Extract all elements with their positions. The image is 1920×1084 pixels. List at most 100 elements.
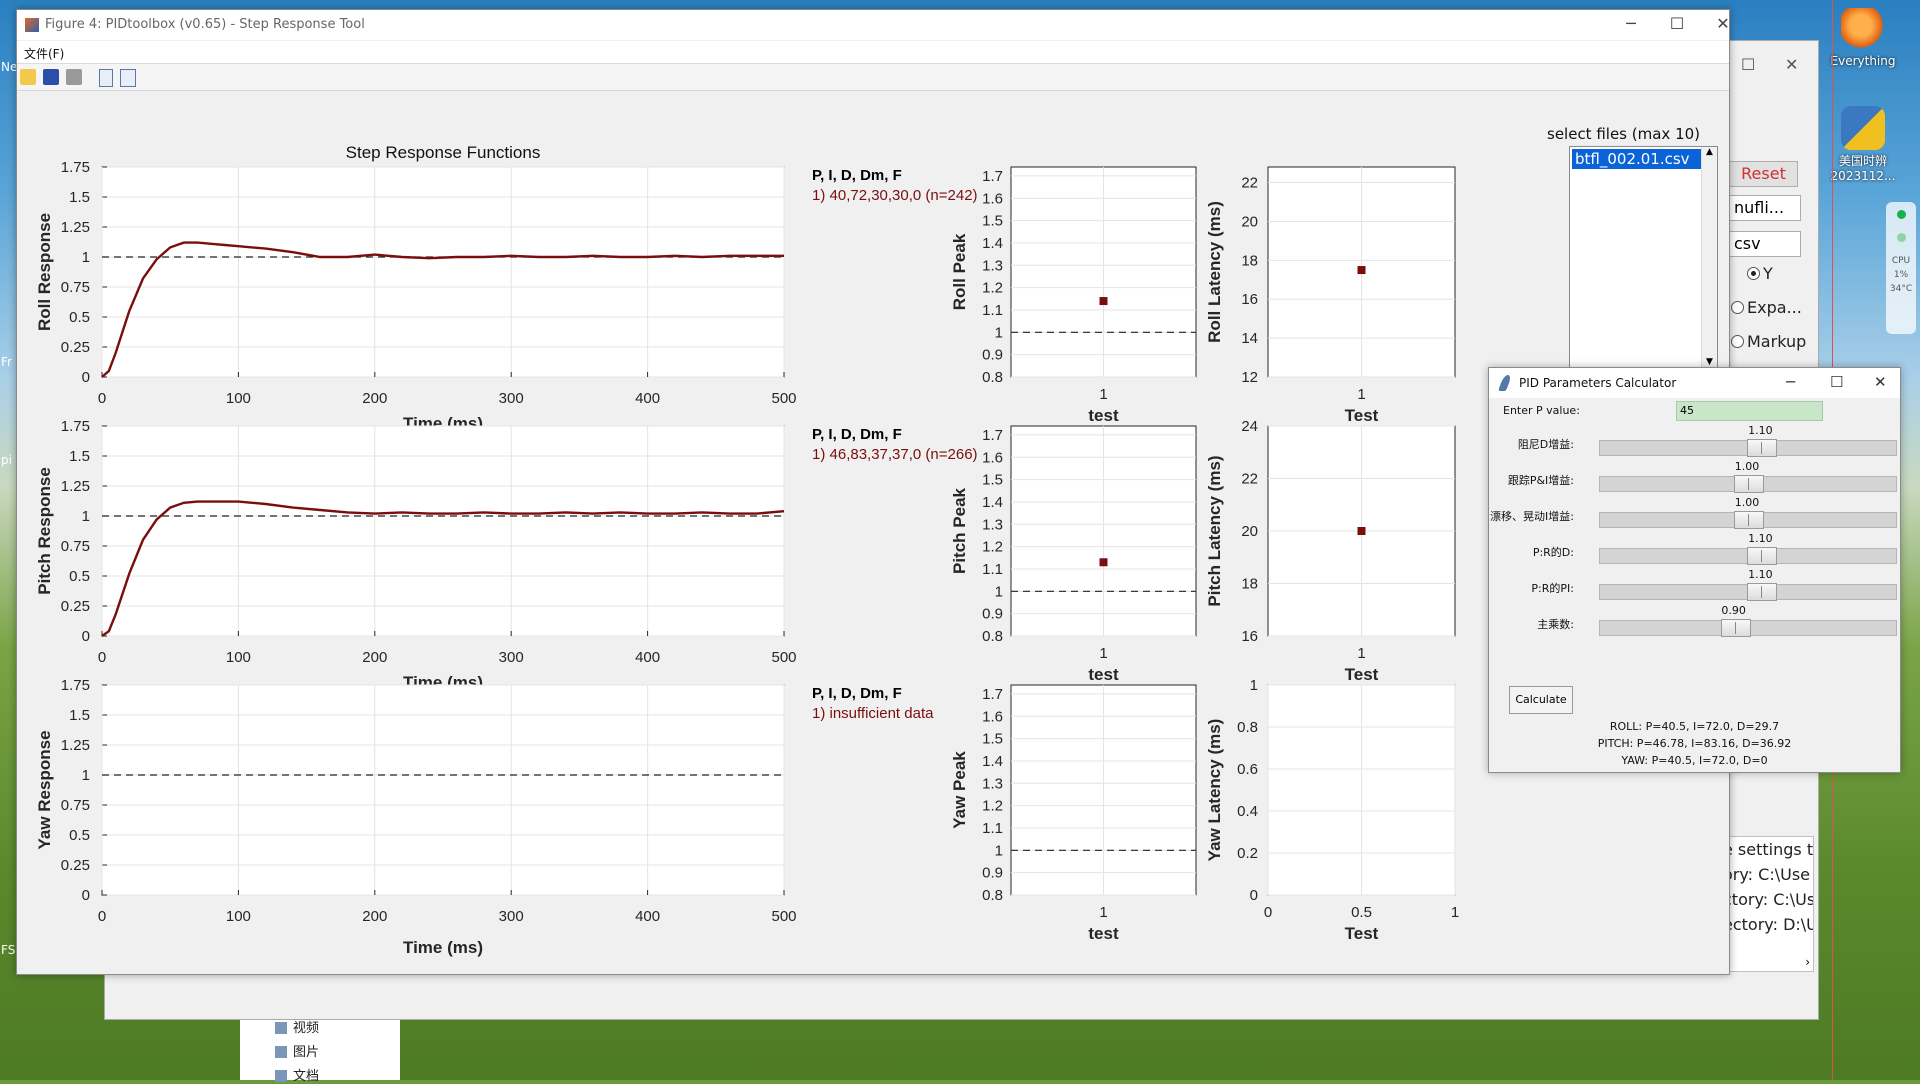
desktop-icon-label: Everything [1830,54,1896,68]
radio-y[interactable]: Y [1747,264,1773,283]
peak-marker [1099,297,1108,306]
y-tick-label: 1 [82,767,90,784]
peak-marker [1099,558,1108,567]
explorer-item-documents[interactable]: 文档 [275,1065,319,1084]
slider-thumb[interactable] [1734,475,1764,493]
reset-button[interactable]: Reset [1729,161,1798,187]
minimize-icon[interactable]: ─ [1786,373,1795,391]
x-tick-label: 200 [362,390,387,407]
p-value-input[interactable]: 45 [1676,401,1823,421]
x-tick-label: 100 [226,390,251,407]
radio-expand[interactable]: Expa... [1731,298,1803,317]
desktop-icon-sublabel: 2023112... [1830,169,1896,183]
maximize-icon[interactable]: ☐ [1657,14,1697,33]
slider-thumb[interactable] [1734,511,1764,529]
menu-file[interactable]: 文件(F) [24,45,64,62]
close-icon[interactable]: ✕ [1785,55,1798,74]
y-tick-label: 0 [82,887,90,904]
pid-calculator-window: PID Parameters Calculator ─ ☐ ✕ Enter P … [1488,367,1901,773]
explorer-item-pictures[interactable]: 图片 [275,1041,319,1060]
y-tick-label: 1 [82,508,90,525]
minimize-icon[interactable]: ─ [1611,14,1651,33]
x-tick-label: 400 [635,649,660,666]
slider-thumb[interactable] [1720,619,1751,637]
response-axes-box [101,425,785,637]
slider-value: 0.90 [1721,604,1746,617]
y-tick-label: 20 [1241,523,1258,540]
log-line: ory: C:\Use [1723,865,1810,884]
pid-calculator-titlebar[interactable]: PID Parameters Calculator ─ ☐ ✕ [1489,368,1900,398]
slider-value: 1.00 [1734,460,1760,473]
radio-icon [1731,301,1744,314]
y-axis-label: Pitch Latency (ms) [1205,455,1224,606]
print-icon[interactable] [66,69,82,85]
document-folder-icon [275,1070,287,1082]
maximize-icon[interactable]: ☐ [1830,373,1843,391]
y-tick-label: 1 [995,324,1003,341]
result-roll: ROLL: P=40.5, I=72.0, D=29.7 [1609,720,1780,733]
x-axis-label: Test [1345,924,1379,943]
y-tick-label: 1.6 [982,708,1003,725]
save-icon[interactable] [43,69,59,85]
slider-track[interactable] [1599,439,1897,457]
y-tick-label: 1.7 [982,427,1003,444]
legend-line: 1) insufficient data [812,705,934,722]
calculate-button[interactable]: Calculate [1509,686,1573,714]
close-icon[interactable]: ✕ [1874,373,1887,391]
open-folder-icon[interactable] [20,69,36,85]
python-file-icon [1841,106,1885,150]
maximize-icon[interactable]: ☐ [1741,55,1755,74]
close-icon[interactable]: ✕ [1703,14,1743,33]
y-tick-label: 1.75 [61,159,90,176]
slider-track[interactable] [1599,475,1897,493]
radio-markup[interactable]: Markup [1731,332,1806,351]
y-tick-label: 18 [1241,576,1258,593]
y-tick-label: 0.4 [1237,803,1258,820]
y-axis-label: Yaw Response [35,730,54,849]
slider-track[interactable] [1599,583,1897,601]
side-fragment: pi [1,453,12,467]
y-axis-label: Pitch Response [35,467,54,595]
y-tick-label: 0.8 [982,628,1003,645]
scroll-up-icon[interactable]: ▲ [1702,147,1717,157]
y-tick-label: 1.6 [982,449,1003,466]
slider-label: 漂移、晃动I增益: [1490,510,1574,523]
y-tick-label: 1 [995,842,1003,859]
x-tick-label: 0 [98,390,106,407]
radio-selected-icon [1747,267,1760,280]
figure-titlebar[interactable]: Figure 4: PIDtoolbox (v0.65) - Step Resp… [17,10,1730,40]
y-tick-label: 0.5 [69,309,90,326]
slider-thumb[interactable] [1747,439,1778,457]
slider-thumb[interactable] [1747,547,1778,565]
file-select-list[interactable]: btfl_002.01.csv ▲ ▼ [1569,146,1718,368]
y-tick-label: 0.5 [69,568,90,585]
y-tick-label: 1.3 [982,257,1003,274]
desktop-icon-python-file[interactable]: 美国时辨 2023112... [1823,106,1903,183]
slider-track[interactable] [1599,511,1897,529]
file-list-scrollbar[interactable]: ▲ ▼ [1701,147,1717,367]
y-tick-label: 16 [1241,628,1258,645]
slider-track[interactable] [1599,619,1897,637]
everything-icon [1841,8,1885,52]
slider-thumb[interactable] [1747,583,1778,601]
property-editor-icon[interactable] [120,69,136,87]
y-axis-label: Roll Latency (ms) [1205,201,1224,343]
file-select-label: select files (max 10) [1547,125,1701,143]
slider-track[interactable] [1599,547,1897,565]
scroll-right-icon[interactable]: › [1805,955,1810,969]
pid-calculator-title: PID Parameters Calculator [1519,376,1677,390]
matlab-icon [25,18,39,32]
x-tick-label: 1 [1451,904,1459,921]
legend-line: 1) 46,83,37,37,0 (n=266) [812,446,978,463]
side-fragment: Fr [1,355,12,369]
desktop-icon-everything[interactable]: Everything [1823,8,1903,68]
file-select-item[interactable]: btfl_002.01.csv [1572,149,1702,169]
toggle-panel-icon[interactable] [99,69,113,87]
file-type-select[interactable]: csv [1729,231,1801,257]
x-tick-label: 500 [771,390,796,407]
filter-select[interactable]: nufli... [1729,195,1801,221]
tk-feather-icon [1498,375,1512,391]
y-tick-label: 0.2 [1237,845,1258,862]
x-axis-label: Test [1345,406,1379,425]
scroll-down-icon[interactable]: ▼ [1702,357,1717,367]
